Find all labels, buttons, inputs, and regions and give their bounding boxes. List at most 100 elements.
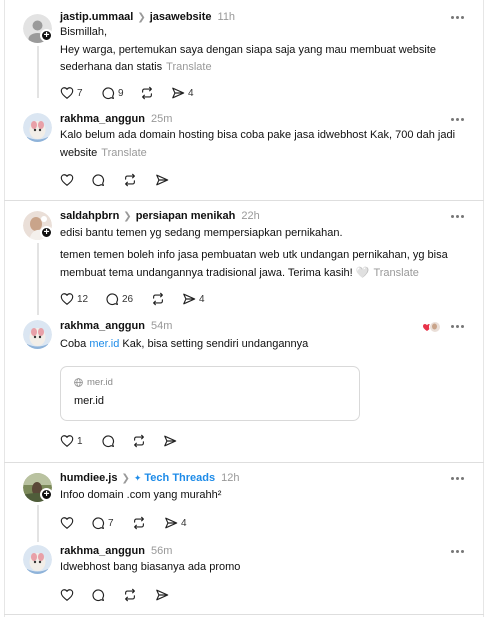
post-header: humdiee.js ❯ ✦ Tech Threads 12h: [60, 470, 239, 486]
follow-plus-icon[interactable]: +: [40, 29, 53, 42]
like-button[interactable]: [60, 587, 74, 603]
like-count: 12: [77, 293, 89, 305]
repost-icon: [151, 292, 165, 306]
body-line: Kalo belum ada domain hosting bisa coba …: [60, 129, 456, 141]
translate-link[interactable]: Translate: [166, 61, 211, 73]
share-button[interactable]: [155, 172, 169, 188]
comment-icon: [91, 173, 105, 187]
repost-icon: [123, 588, 137, 602]
more-icon[interactable]: [451, 16, 465, 20]
repost-icon: [123, 173, 137, 187]
post-body: temen temen boleh info jasa pembuatan we…: [60, 247, 465, 282]
share-button[interactable]: 4: [182, 291, 205, 307]
repost-button[interactable]: [132, 433, 146, 449]
post-header: rakhma_anggun 56m: [60, 543, 172, 559]
avatar-rakhma[interactable]: [23, 320, 52, 349]
liked-by-author-icon: [422, 321, 442, 333]
body-link[interactable]: mer.id: [89, 338, 119, 350]
body-text: Coba: [60, 338, 90, 350]
divider: [4, 462, 484, 463]
repost-button[interactable]: [140, 85, 154, 101]
chevron-right-icon: ❯: [121, 473, 130, 484]
repost-icon: [132, 434, 146, 448]
comment-button[interactable]: 7: [91, 515, 114, 531]
share-icon: [164, 516, 178, 530]
comment-button[interactable]: [91, 172, 105, 188]
share-button[interactable]: 4: [164, 515, 187, 531]
avatar-rakhma[interactable]: [23, 545, 52, 574]
comment-count: 26: [122, 293, 134, 305]
post-time: 22h: [241, 210, 260, 222]
username[interactable]: humdiee.js: [60, 472, 117, 484]
more-icon[interactable]: [451, 118, 465, 122]
post-time: 12h: [221, 472, 240, 484]
thread-line: [37, 505, 39, 542]
share-icon: [155, 588, 169, 602]
globe-icon: [74, 378, 83, 387]
share-count: 4: [181, 517, 187, 529]
share-button[interactable]: [155, 587, 169, 603]
comment-button[interactable]: 9: [101, 85, 124, 101]
comment-icon: [101, 434, 115, 448]
post-time: 54m: [150, 320, 173, 332]
post-body: Bismillah, Hey warga, pertemukan saya de…: [60, 24, 465, 77]
repost-button[interactable]: [132, 515, 146, 531]
username[interactable]: jastip.ummaal: [60, 11, 133, 23]
share-count: 4: [188, 87, 194, 99]
comment-button[interactable]: [91, 587, 105, 603]
card-domain-text: mer.id: [87, 377, 113, 388]
share-button[interactable]: 4: [171, 85, 194, 101]
share-count: 4: [199, 293, 205, 305]
chevron-right-icon: ❯: [137, 12, 146, 23]
like-button[interactable]: 1: [60, 433, 83, 449]
username[interactable]: rakhma_anggun: [60, 113, 145, 125]
chevron-right-icon: ❯: [123, 211, 132, 222]
more-icon[interactable]: [451, 477, 465, 481]
username[interactable]: rakhma_anggun: [60, 320, 145, 332]
post-body: Kalo belum ada domain hosting bisa coba …: [60, 127, 465, 162]
comment-button[interactable]: 26: [105, 291, 133, 307]
more-icon[interactable]: [451, 215, 465, 219]
like-button[interactable]: [60, 515, 74, 531]
like-button[interactable]: 7: [60, 85, 83, 101]
more-icon[interactable]: [451, 325, 465, 329]
share-icon: [182, 292, 196, 306]
translate-link[interactable]: Translate: [373, 267, 418, 279]
heart-icon: [60, 173, 74, 187]
share-icon: [163, 434, 177, 448]
repost-icon: [140, 86, 154, 100]
post-time: 11h: [217, 11, 236, 23]
avatar-rakhma[interactable]: [23, 113, 52, 142]
translate-link[interactable]: Translate: [101, 147, 146, 159]
comment-button[interactable]: [101, 433, 115, 449]
body-line: membuat tema undangannya tradisional jaw…: [60, 266, 370, 279]
more-icon[interactable]: [451, 550, 465, 554]
topic-label: Tech Threads: [144, 472, 216, 484]
username[interactable]: rakhma_anggun: [60, 545, 145, 557]
divider: [4, 200, 484, 201]
repost-button[interactable]: [123, 172, 137, 188]
repost-button[interactable]: [151, 291, 165, 307]
like-button[interactable]: 12: [60, 291, 88, 307]
follow-plus-icon[interactable]: +: [40, 226, 53, 239]
like-button[interactable]: [60, 172, 74, 188]
divider: [4, 614, 484, 615]
card-title: mer.id: [74, 395, 104, 407]
card-domain: mer.id: [74, 377, 113, 388]
thread-line: [37, 46, 39, 98]
body-text: Kak, bisa setting sendiri undangannya: [119, 338, 309, 350]
post-body: Coba mer.id Kak, bisa setting sendiri un…: [60, 336, 465, 354]
link-preview-card[interactable]: mer.id mer.id: [60, 366, 360, 421]
repost-icon: [132, 516, 146, 530]
follow-plus-icon[interactable]: +: [40, 488, 53, 501]
topic-tag[interactable]: ✦ Tech Threads: [134, 472, 215, 484]
heart-icon: [60, 434, 74, 448]
post-time: 56m: [150, 545, 173, 557]
repost-button[interactable]: [123, 587, 137, 603]
topic-tag[interactable]: jasawebsite: [150, 11, 212, 23]
topic-tag[interactable]: persiapan menikah: [136, 210, 236, 222]
post-body: edisi bantu temen yg sedang mempersiapka…: [60, 225, 465, 243]
username[interactable]: saldahpbrn: [60, 210, 119, 222]
share-button[interactable]: [163, 433, 177, 449]
body-line: sederhana dan statis: [60, 61, 163, 73]
